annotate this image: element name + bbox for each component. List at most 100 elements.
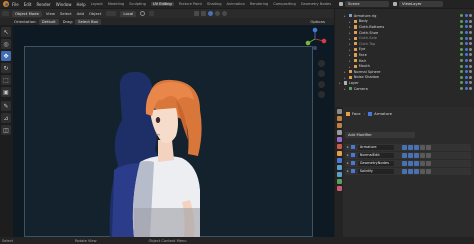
menu-help[interactable]: Help bbox=[76, 2, 85, 7]
tab-compositing[interactable]: Compositing bbox=[273, 2, 296, 6]
data-tag-icon[interactable] bbox=[464, 42, 468, 46]
overlay-icon[interactable] bbox=[194, 11, 200, 16]
data-tag-icon[interactable] bbox=[464, 59, 468, 63]
data-tag-icon[interactable] bbox=[464, 75, 468, 79]
editmode-toggle-icon[interactable] bbox=[401, 152, 407, 158]
visibility-eye-icon[interactable] bbox=[469, 81, 472, 85]
snap-icon[interactable] bbox=[140, 11, 146, 16]
collapse-arrow-icon[interactable]: ▸ bbox=[347, 145, 349, 149]
scene-selector[interactable]: Scene bbox=[345, 1, 389, 7]
modifier-tag-icon[interactable] bbox=[460, 31, 463, 35]
scene-properties-icon[interactable] bbox=[336, 137, 342, 142]
move-tool-icon[interactable]: ✥ bbox=[1, 51, 11, 61]
tab-rendering[interactable]: Rendering bbox=[250, 2, 268, 6]
tab-geometry-nodes[interactable]: Geometry Nodes bbox=[301, 2, 331, 6]
data-tag-icon[interactable] bbox=[464, 47, 468, 51]
delete-icon[interactable] bbox=[425, 160, 431, 166]
data-tag-icon[interactable] bbox=[464, 87, 468, 91]
menu-edit[interactable]: Edit bbox=[24, 2, 32, 7]
shading-rendered-icon[interactable] bbox=[222, 11, 228, 16]
menu-file[interactable]: File bbox=[12, 2, 19, 7]
annotate-tool-icon[interactable]: ✎ bbox=[1, 101, 11, 111]
menu-add[interactable]: Add bbox=[77, 11, 84, 16]
delete-icon[interactable] bbox=[425, 168, 431, 174]
tool-properties-icon[interactable] bbox=[336, 109, 342, 114]
tab-shading[interactable]: Shading bbox=[207, 2, 222, 6]
modifier-tag-icon[interactable] bbox=[460, 53, 463, 57]
visibility-eye-icon[interactable] bbox=[469, 59, 472, 63]
view-layer-selector[interactable]: ViewLayer bbox=[399, 1, 443, 7]
modifier-panel[interactable]: ▸ GeometryNodes bbox=[345, 160, 471, 167]
modifier-panel[interactable]: ▸ Armature bbox=[345, 144, 471, 151]
visibility-eye-icon[interactable] bbox=[469, 19, 472, 23]
pan-hand-icon[interactable] bbox=[318, 70, 325, 78]
expand-arrow-icon[interactable]: ▸ bbox=[349, 25, 352, 29]
modifier-tag-icon[interactable] bbox=[460, 14, 463, 18]
viewport-toggle-icon[interactable] bbox=[407, 144, 413, 150]
expand-arrow-icon[interactable]: ▸ bbox=[349, 31, 352, 35]
measure-tool-icon[interactable]: ⊿ bbox=[1, 113, 11, 123]
visibility-eye-icon[interactable] bbox=[469, 70, 472, 74]
tab-animation[interactable]: Animation bbox=[227, 2, 245, 6]
modifier-tag-icon[interactable] bbox=[460, 25, 463, 29]
data-tag-icon[interactable] bbox=[464, 53, 468, 57]
menu-view[interactable]: View bbox=[46, 11, 55, 16]
orientation-dropdown[interactable]: Default bbox=[38, 18, 59, 25]
scale-tool-icon[interactable]: ⬚ bbox=[1, 75, 11, 85]
transform-orientation-icon[interactable] bbox=[106, 11, 117, 16]
outliner-panel[interactable]: ▸ Armature.rig ▸ Body ▸ Cloth.Bottoms ▸ Cloth.S… bbox=[335, 9, 474, 107]
shading-material-icon[interactable] bbox=[215, 11, 221, 16]
visibility-eye-icon[interactable] bbox=[469, 47, 472, 51]
modifier-tag-icon[interactable] bbox=[460, 59, 463, 63]
visibility-eye-icon[interactable] bbox=[469, 25, 472, 29]
editmode-toggle-icon[interactable] bbox=[401, 168, 407, 174]
shading-solid-icon[interactable] bbox=[208, 11, 214, 16]
navigation-gizmo[interactable] bbox=[300, 27, 330, 59]
modifier-name-field[interactable]: Armature bbox=[357, 144, 394, 150]
dropdown-icon[interactable] bbox=[419, 168, 425, 174]
editor-type-icon[interactable] bbox=[2, 11, 9, 16]
modifier-tag-icon[interactable] bbox=[460, 19, 463, 23]
render-properties-icon[interactable] bbox=[336, 116, 342, 121]
particle-properties-icon[interactable] bbox=[336, 165, 342, 170]
cursor-tool-icon[interactable]: ◎ bbox=[1, 39, 11, 49]
proportional-edit-icon[interactable] bbox=[149, 11, 155, 16]
xray-icon[interactable] bbox=[201, 11, 207, 16]
modifier-tag-icon[interactable] bbox=[460, 70, 463, 74]
expand-arrow-icon[interactable]: ▸ bbox=[344, 70, 347, 74]
modifier-panel[interactable]: ▸ NormalEdit bbox=[345, 152, 471, 159]
expand-arrow-icon[interactable]: ▸ bbox=[344, 87, 347, 91]
expand-arrow-icon[interactable]: ▸ bbox=[349, 37, 352, 41]
zoom-icon[interactable] bbox=[318, 60, 325, 67]
modifier-tag-icon[interactable] bbox=[460, 75, 463, 79]
physics-properties-icon[interactable] bbox=[336, 172, 342, 177]
visibility-eye-icon[interactable] bbox=[469, 42, 472, 46]
expand-arrow-icon[interactable]: ▸ bbox=[339, 81, 342, 85]
object-properties-icon[interactable] bbox=[336, 151, 342, 156]
mode-dropdown[interactable]: Object Mode bbox=[12, 10, 42, 17]
blender-logo-icon[interactable] bbox=[3, 1, 9, 7]
material-properties-icon[interactable] bbox=[336, 186, 342, 191]
transform-tool-icon[interactable]: ▣ bbox=[1, 87, 11, 97]
expand-arrow-icon[interactable]: ▸ bbox=[349, 20, 352, 24]
visibility-eye-icon[interactable] bbox=[469, 36, 472, 40]
render-toggle-icon[interactable] bbox=[413, 144, 419, 150]
modifier-name-field[interactable]: NormalEdit bbox=[357, 152, 394, 158]
add-modifier-button[interactable]: Add Modifier bbox=[345, 132, 415, 138]
visibility-eye-icon[interactable] bbox=[469, 14, 472, 18]
render-toggle-icon[interactable] bbox=[413, 152, 419, 158]
delete-icon[interactable] bbox=[425, 152, 431, 158]
data-tag-icon[interactable] bbox=[464, 64, 468, 68]
menu-window[interactable]: Window bbox=[56, 2, 72, 7]
menu-render[interactable]: Render bbox=[36, 2, 50, 7]
tab-texture-paint[interactable]: Texture Paint bbox=[179, 2, 202, 6]
modifier-tag-icon[interactable] bbox=[460, 87, 463, 91]
expand-arrow-icon[interactable]: ▸ bbox=[349, 65, 352, 69]
data-tag-icon[interactable] bbox=[464, 81, 468, 85]
output-properties-icon[interactable] bbox=[336, 123, 342, 128]
render-toggle-icon[interactable] bbox=[413, 168, 419, 174]
delete-icon[interactable] bbox=[425, 144, 431, 150]
modifier-properties-icon[interactable] bbox=[336, 158, 342, 163]
expand-arrow-icon[interactable]: ▸ bbox=[344, 76, 347, 80]
drag-dropdown[interactable]: Select Box bbox=[75, 18, 102, 25]
